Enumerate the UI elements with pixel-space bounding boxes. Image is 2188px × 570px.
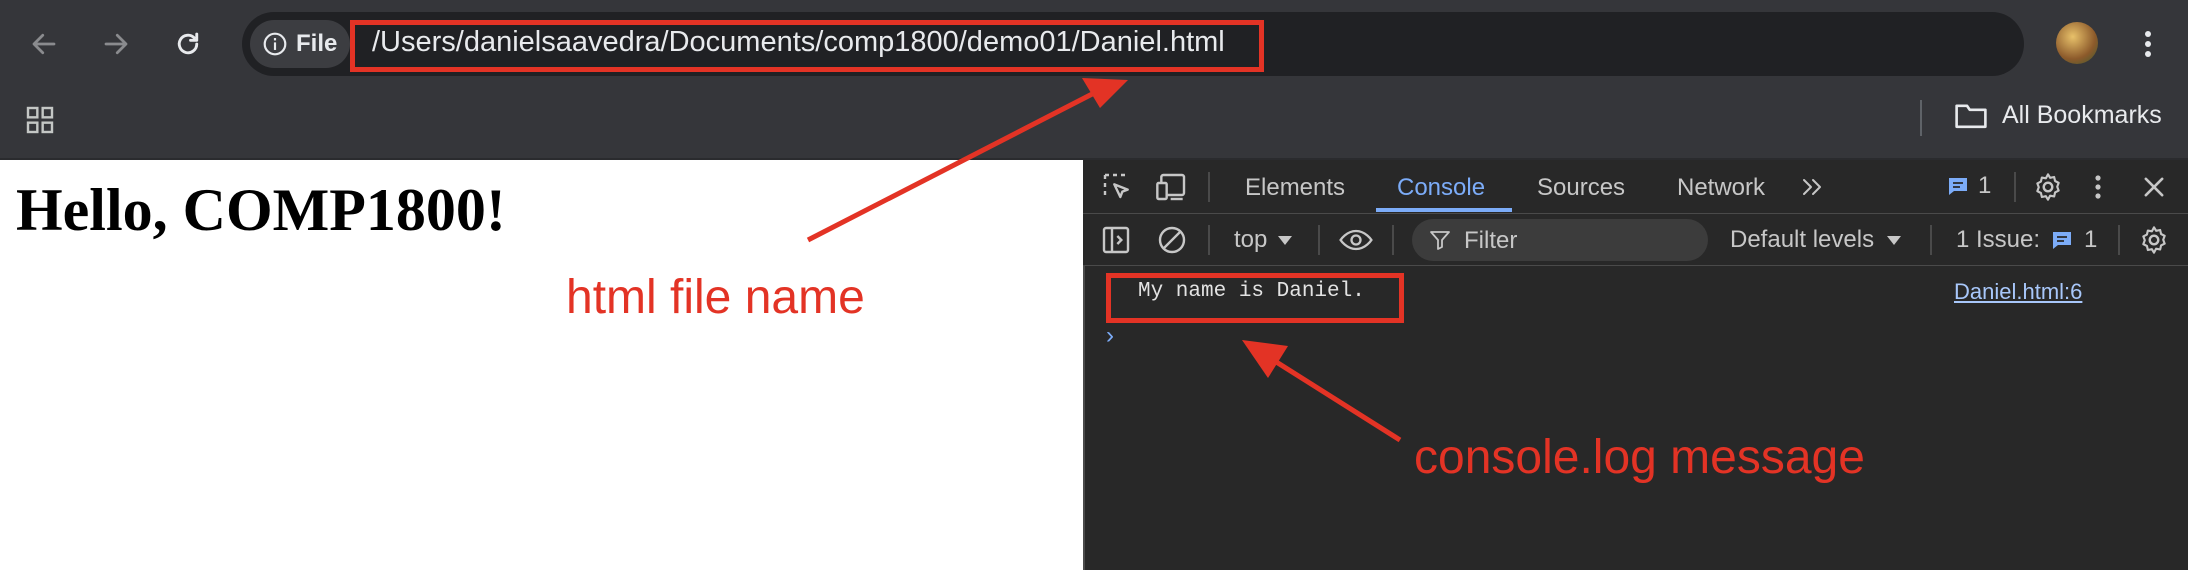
- annotation-console-label: console.log message: [1414, 431, 1865, 484]
- console-arrow-line: [1268, 355, 1402, 443]
- file-name-arrow-line: [806, 87, 1102, 243]
- console-arrowhead: [1242, 340, 1288, 378]
- annotation-file-name-label: html file name: [566, 271, 865, 324]
- browser-window: File /Users/danielsaavedra/Documents/com…: [0, 0, 2188, 570]
